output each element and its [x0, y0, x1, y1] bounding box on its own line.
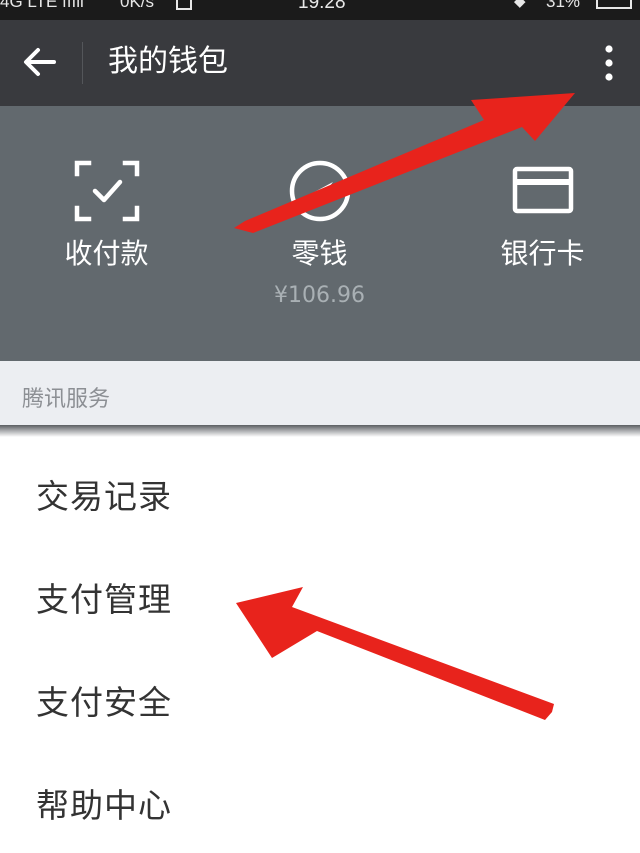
battery-percent: 31%	[546, 0, 581, 11]
status-bar: 4G LTE ıııll 0K/s 19:28 ◆ 31%	[0, 0, 640, 20]
more-vertical-icon	[605, 45, 613, 81]
page-title: 我的钱包	[108, 44, 228, 79]
menu-item-label: 支付管理	[36, 580, 172, 619]
header-divider	[82, 42, 83, 84]
menu-item-payment-management[interactable]: 支付管理	[0, 548, 640, 648]
network-speed: 0K/s	[120, 0, 155, 11]
wifi-icon: ◆	[514, 0, 526, 10]
battery-icon	[596, 0, 632, 9]
wallet-panel: 收付款 零钱 ¥106.96 银行卡	[0, 106, 640, 361]
menu-item-label: 交易记录	[36, 477, 172, 516]
receive-pay-label: 收付款	[64, 237, 149, 270]
clock: 19:28	[298, 0, 346, 13]
change-balance: ¥106.96	[274, 283, 365, 308]
menu-item-payment-security[interactable]: 支付安全	[0, 651, 640, 751]
change-label: 零钱	[291, 237, 348, 270]
menu-item-transactions[interactable]: 交易记录	[0, 445, 640, 545]
change-coin-icon	[289, 160, 350, 222]
bank-card-icon	[512, 166, 573, 214]
menu-item-help-center[interactable]: 帮助中心	[0, 754, 640, 853]
section-divider	[0, 425, 640, 437]
scan-pay-icon	[74, 160, 139, 222]
bank-card-label: 银行卡	[500, 237, 585, 270]
menu-item-label: 支付安全	[36, 683, 172, 722]
back-button[interactable]	[18, 40, 62, 84]
app-header: 我的钱包	[0, 20, 640, 106]
change-button[interactable]: 零钱 ¥106.96	[213, 106, 426, 361]
section-title: 腾讯服务	[22, 387, 111, 412]
more-menu-button[interactable]	[592, 40, 626, 86]
network-indicator: 4G LTE ıııll	[0, 0, 84, 11]
section-header: 腾讯服务	[0, 361, 640, 425]
menu-item-label: 帮助中心	[36, 786, 172, 825]
image-notification-icon	[176, 0, 192, 10]
back-arrow-icon	[24, 48, 56, 76]
bank-card-button[interactable]: 银行卡	[436, 106, 640, 361]
receive-pay-button[interactable]: 收付款	[0, 106, 213, 361]
